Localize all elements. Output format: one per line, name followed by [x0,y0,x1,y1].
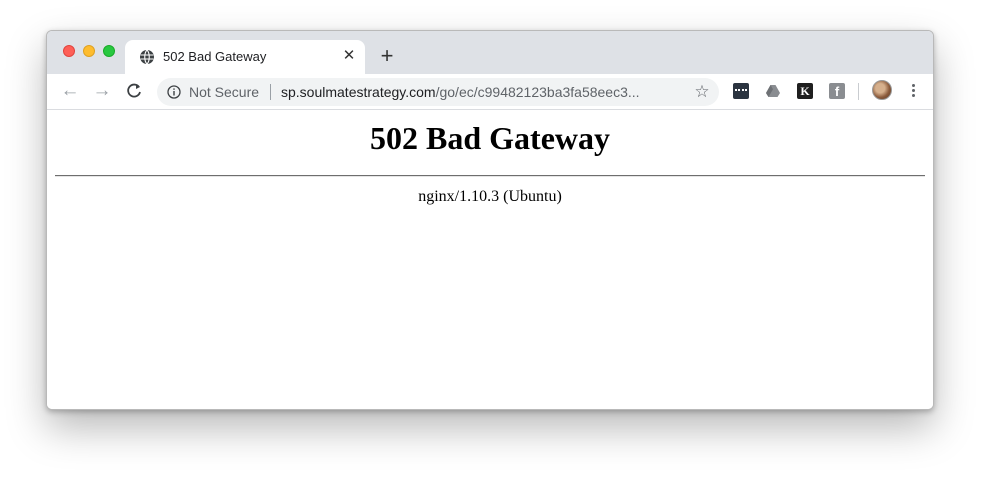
tab-strip: 502 Bad Gateway ✕ + [47,31,933,74]
zoom-window-button[interactable] [103,45,115,57]
page-content: 502 Bad Gateway nginx/1.10.3 (Ubuntu) [47,110,933,409]
close-window-button[interactable] [63,45,75,57]
close-icon[interactable]: ✕ [341,48,357,64]
globe-icon [140,49,154,65]
google-drive-icon[interactable] [765,83,781,99]
avatar[interactable] [872,80,892,100]
kebab-menu-icon[interactable] [907,82,919,102]
toolbar: ← → Not Secure sp.soulmatestrategy.com/g… [47,74,933,110]
star-icon[interactable]: ☆ [693,83,711,101]
info-icon[interactable] [167,85,181,99]
omnibox-divider [270,84,271,100]
arrow-left-icon[interactable]: ← [59,80,81,102]
address-bar[interactable]: Not Secure sp.soulmatestrategy.com/go/ec… [157,78,719,106]
minimize-window-button[interactable] [83,45,95,57]
browser-window: 502 Bad Gateway ✕ + ← → Not Secure sp.so… [46,30,934,410]
facebook-icon[interactable]: f [829,83,845,99]
tab-active[interactable]: 502 Bad Gateway ✕ [125,40,365,74]
url-host: sp.soulmatestrategy.com [281,84,436,100]
k-icon[interactable]: K [797,83,813,99]
security-label[interactable]: Not Secure [189,84,259,100]
url-text[interactable]: sp.soulmatestrategy.com/go/ec/c99482123b… [281,84,640,100]
tab-title: 502 Bad Gateway [163,49,267,64]
plus-icon[interactable]: + [377,45,397,67]
reload-icon[interactable] [123,80,145,102]
url-path: /go/ec/c99482123ba3fa58eec3... [435,84,640,100]
ext-dark-icon[interactable] [733,83,749,99]
arrow-right-icon[interactable]: → [91,80,113,102]
server-signature: nginx/1.10.3 (Ubuntu) [418,188,562,205]
page-title: 502 Bad Gateway [370,120,610,156]
toolbar-divider [858,83,859,100]
divider [55,175,925,177]
